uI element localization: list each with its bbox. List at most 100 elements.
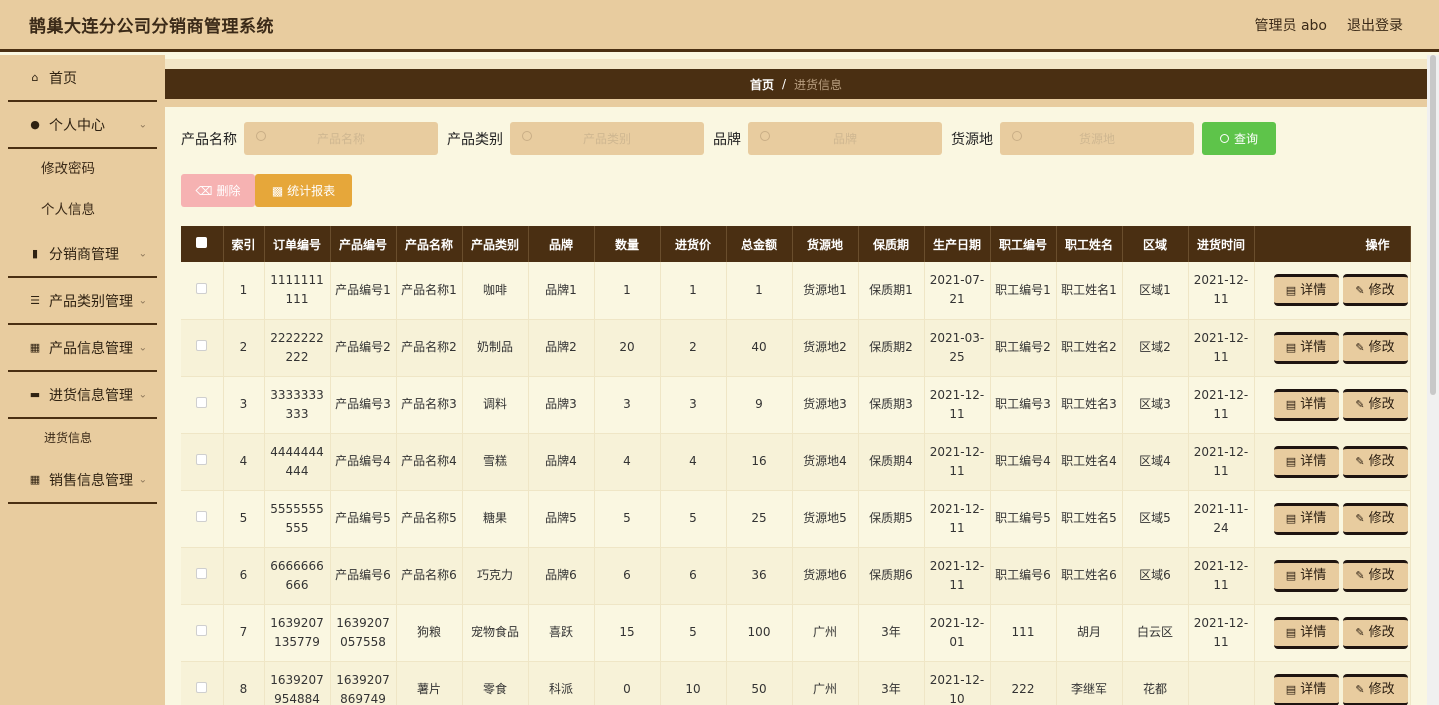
row-select-cell[interactable] (181, 547, 224, 605)
edit-button-label: 修改 (1368, 625, 1395, 640)
edit-button[interactable]: ✎ 修改 (1342, 616, 1408, 649)
row-checkbox[interactable] (196, 454, 208, 465)
edit-button-label: 修改 (1368, 454, 1395, 469)
edit-button[interactable]: ✎ 修改 (1342, 331, 1408, 364)
edit-button[interactable]: ✎ 修改 (1342, 673, 1408, 705)
detail-button-label: 详情 (1300, 397, 1327, 412)
select-all-header[interactable] (181, 226, 224, 262)
row-checkbox[interactable] (196, 397, 208, 408)
detail-button[interactable]: ▤ 详情 (1273, 559, 1339, 592)
origin-input[interactable] (1000, 131, 1194, 146)
table-cell: 5 (660, 604, 727, 662)
column-header: 总金额 (726, 226, 793, 262)
sidebar-item-purchase[interactable]: ▬ 进货信息管理 ⌄ (8, 372, 157, 419)
row-checkbox[interactable] (196, 511, 208, 522)
table-cell: 2 (223, 319, 265, 377)
table-cell: 6 (223, 547, 265, 605)
sidebar-item-purchase-info[interactable]: 进货信息 (8, 419, 157, 457)
brand-field[interactable] (748, 122, 942, 155)
edit-button[interactable]: ✎ 修改 (1342, 388, 1408, 421)
edit-button[interactable]: ✎ 修改 (1342, 445, 1408, 478)
report-button[interactable]: ▩ 统计报表 (255, 174, 352, 207)
table-cell: 1111111111 (264, 262, 331, 320)
table-cell: 调料 (462, 376, 529, 434)
detail-button[interactable]: ▤ 详情 (1273, 274, 1339, 307)
product-name-input[interactable] (244, 131, 438, 146)
sidebar: ⌂ 首页 ● 个人中心 ⌄ 修改密码 个人信息 ▮ 分销商管理 ⌄ ☰ 产品类别… (0, 55, 165, 705)
chevron-down-icon: ⌄ (138, 295, 147, 306)
sidebar-item-distributor[interactable]: ▮ 分销商管理 ⌄ (8, 231, 157, 278)
row-select-cell[interactable] (181, 490, 224, 548)
scrollbar-thumb[interactable] (1430, 55, 1436, 395)
column-header: 职工姓名 (1056, 226, 1123, 262)
sidebar-item-home[interactable]: ⌂ 首页 (8, 55, 157, 102)
row-checkbox[interactable] (196, 568, 208, 579)
detail-button[interactable]: ▤ 详情 (1273, 673, 1339, 705)
row-checkbox[interactable] (196, 625, 208, 636)
detail-button[interactable]: ▤ 详情 (1273, 445, 1339, 478)
origin-field[interactable] (1000, 122, 1194, 155)
table-cell: 15 (594, 604, 661, 662)
logout-link[interactable]: 退出登录 (1347, 15, 1403, 35)
category-field[interactable] (510, 122, 704, 155)
row-select-cell[interactable] (181, 376, 224, 434)
table-cell: 品牌4 (528, 433, 595, 491)
search-icon (256, 131, 266, 141)
edit-button[interactable]: ✎ 修改 (1342, 274, 1408, 307)
sidebar-item-change-password[interactable]: 修改密码 (8, 149, 157, 190)
detail-button[interactable]: ▤ 详情 (1273, 331, 1339, 364)
sidebar-item-category[interactable]: ☰ 产品类别管理 ⌄ (8, 278, 157, 325)
table-cell: 区域5 (1122, 490, 1189, 548)
edit-button[interactable]: ✎ 修改 (1342, 502, 1408, 535)
table-row: 7 1639207135779 1639207057558 狗粮 宠物食品 喜跃 15 5 10… (181, 604, 1411, 662)
breadcrumb-strip-bottom (165, 99, 1427, 107)
column-header: 操作 (1254, 226, 1411, 262)
row-select-cell[interactable] (181, 319, 224, 377)
table-cell: 5555555555 (264, 490, 331, 548)
home-icon: ⌂ (31, 71, 39, 84)
scrollbar[interactable] (1427, 55, 1439, 705)
list-icon: ☰ (30, 294, 40, 307)
query-button[interactable]: 查询 (1202, 122, 1276, 155)
table-cell: 6 (594, 547, 661, 605)
category-input[interactable] (510, 131, 704, 146)
sidebar-item-sales[interactable]: ▦ 销售信息管理 ⌄ (8, 457, 157, 504)
row-select-cell[interactable] (181, 604, 224, 662)
column-header: 订单编号 (264, 226, 331, 262)
table-cell: 区域2 (1122, 319, 1189, 377)
detail-button[interactable]: ▤ 详情 (1273, 502, 1339, 535)
edit-button-label: 修改 (1368, 682, 1395, 697)
row-select-cell[interactable] (181, 262, 224, 320)
sidebar-item-personal[interactable]: ● 个人中心 ⌄ (8, 102, 157, 149)
table-cell: 糖果 (462, 490, 529, 548)
edit-button-label: 修改 (1368, 340, 1395, 355)
table-cell: 职工编号5 (990, 490, 1057, 548)
row-actions: ▤ 详情 ✎ 修改 (1254, 547, 1411, 605)
sidebar-item-label: 首页 (49, 70, 77, 87)
brand-input[interactable] (748, 131, 942, 146)
row-select-cell[interactable] (181, 433, 224, 491)
sidebar-item-personal-info[interactable]: 个人信息 (8, 190, 157, 231)
row-actions: ▤ 详情 ✎ 修改 (1254, 376, 1411, 434)
table-cell: 李继军 (1056, 661, 1123, 705)
document-icon: ▤ (1285, 283, 1297, 297)
purchase-submenu: 进货信息 (8, 419, 157, 457)
row-checkbox[interactable] (196, 282, 208, 294)
delete-button[interactable]: ⌫ 删除 (181, 174, 255, 207)
table-header-row: 索引 订单编号 产品编号 产品名称 产品类别 品牌 数量 进货价 总金额 货源地 保质期 生产日期 职工… (181, 226, 1411, 262)
row-select-cell[interactable] (181, 661, 224, 705)
sidebar-item-product-info[interactable]: ▦ 产品信息管理 ⌄ (8, 325, 157, 372)
breadcrumb-home[interactable]: 首页 (750, 76, 774, 93)
table-cell: 10 (660, 661, 727, 705)
edit-button[interactable]: ✎ 修改 (1342, 559, 1408, 592)
row-checkbox[interactable] (196, 682, 208, 693)
admin-user[interactable]: 管理员 abo (1255, 15, 1327, 35)
table-cell: 保质期4 (858, 433, 925, 491)
select-all-checkbox[interactable] (196, 237, 208, 248)
detail-button[interactable]: ▤ 详情 (1273, 388, 1339, 421)
table-cell: 产品编号6 (330, 547, 397, 605)
product-name-field[interactable] (244, 122, 438, 155)
row-checkbox[interactable] (196, 340, 208, 351)
detail-button[interactable]: ▤ 详情 (1273, 616, 1339, 649)
table-cell: 7 (223, 604, 265, 662)
